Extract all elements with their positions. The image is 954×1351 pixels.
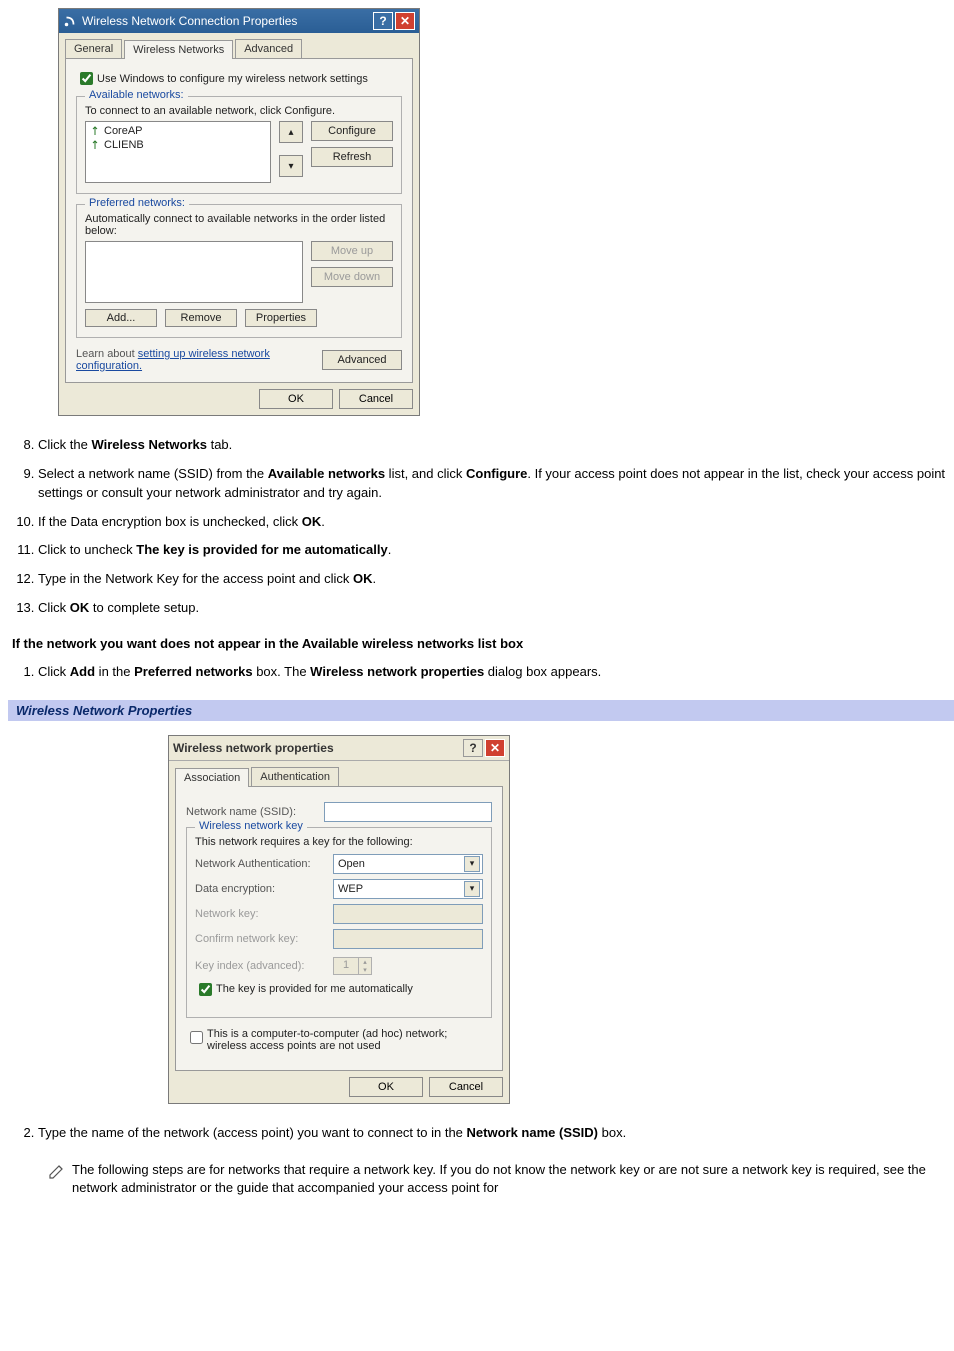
tab-association[interactable]: Association [175,768,249,787]
cancel-button[interactable]: Cancel [429,1077,503,1097]
tab-body: Use Windows to configure my wireless net… [65,58,413,383]
network-name: CoreAP [104,125,143,137]
remove-button[interactable]: Remove [165,309,237,327]
chevron-down-icon: ▾ [464,856,480,872]
use-windows-label: Use Windows to configure my wireless net… [97,73,368,85]
learn-about: Learn about setting up wireless network … [76,348,276,372]
ok-button[interactable]: OK [259,389,333,409]
tab-advanced[interactable]: Advanced [235,39,302,58]
preferred-networks-legend: Preferred networks: [85,197,189,209]
dialog-window: Wireless Network Connection Properties ?… [58,8,420,416]
dialog-window: Wireless network properties ? ✕ Associat… [168,735,510,1104]
move-down-button[interactable]: Move down [311,267,393,287]
available-hint: To connect to an available network, clic… [85,105,393,117]
tab-strip: General Wireless Networks Advanced [65,39,413,58]
list-item[interactable]: CoreAP [90,124,266,138]
steps-list-3: Type the name of the network (access poi… [8,1124,954,1143]
dropdown-value: WEP [338,883,363,895]
figure-caption: Wireless Network Properties [8,700,954,721]
steps-list-2: Click Add in the Preferred networks box.… [8,663,954,682]
tab-general[interactable]: General [65,39,122,58]
cancel-button[interactable]: Cancel [339,389,413,409]
wireless-key-legend: Wireless network key [195,820,307,832]
scroll-up[interactable]: ▴ [279,121,303,143]
ssid-input[interactable] [324,802,492,822]
step-11: Click to uncheck The key is provided for… [38,541,954,560]
key-index-spinner: 1 ▴▾ [333,957,372,975]
ok-button[interactable]: OK [349,1077,423,1097]
wireless-icon [63,14,77,28]
step-10: If the Data encryption box is unchecked,… [38,513,954,532]
scroll-down[interactable]: ▾ [279,155,303,177]
note-block: The following steps are for networks tha… [48,1161,954,1199]
key-hint: This network requires a key for the foll… [195,836,483,848]
antenna-icon [90,126,100,136]
confirm-key-label: Confirm network key: [195,933,325,945]
step-8: Click the Wireless Networks tab. [38,436,954,455]
available-networks-group: Available networks: To connect to an ava… [76,96,402,194]
dropdown-value: Open [338,858,365,870]
add-button[interactable]: Add... [85,309,157,327]
spinner-down-icon: ▾ [358,966,371,974]
tab-body: Network name (SSID): Wireless network ke… [175,786,503,1071]
wireless-connection-properties-figure: Wireless Network Connection Properties ?… [58,8,954,416]
titlebar: Wireless network properties ? ✕ [169,736,509,761]
data-enc-dropdown[interactable]: WEP ▾ [333,879,483,899]
spinner-up-icon: ▴ [358,958,371,966]
close-button[interactable]: ✕ [485,739,505,757]
dialog-title: Wireless network properties [173,741,334,755]
properties-button[interactable]: Properties [245,309,317,327]
move-up-button[interactable]: Move up [311,241,393,261]
advanced-button[interactable]: Advanced [322,350,402,370]
data-enc-label: Data encryption: [195,883,325,895]
list-item[interactable]: CLIENB [90,138,266,152]
net-auth-label: Network Authentication: [195,858,325,870]
network-key-input [333,904,483,924]
use-windows-checkbox[interactable] [80,72,93,85]
dialog-title: Wireless Network Connection Properties [82,14,297,28]
step-9: Select a network name (SSID) from the Av… [38,465,954,503]
step-1: Click Add in the Preferred networks box.… [38,663,954,682]
preferred-networks-list[interactable] [85,241,303,303]
preferred-hint: Automatically connect to available netwo… [85,213,393,237]
step-12: Type in the Network Key for the access p… [38,570,954,589]
available-networks-list[interactable]: CoreAP CLIENB [85,121,271,183]
wireless-key-group: Wireless network key This network requir… [186,827,492,1018]
help-button[interactable]: ? [463,739,483,757]
preferred-networks-group: Preferred networks: Automatically connec… [76,204,402,338]
chevron-down-icon: ▾ [464,881,480,897]
help-button[interactable]: ? [373,12,393,30]
close-button[interactable]: ✕ [395,12,415,30]
tab-strip: Association Authentication [175,767,503,786]
confirm-key-input [333,929,483,949]
pencil-note-icon [48,1161,66,1179]
available-networks-legend: Available networks: [85,89,188,101]
key-auto-checkbox[interactable] [199,983,212,996]
net-auth-dropdown[interactable]: Open ▾ [333,854,483,874]
note-text: The following steps are for networks tha… [72,1161,954,1199]
tab-authentication[interactable]: Authentication [251,767,339,786]
configure-button[interactable]: Configure [311,121,393,141]
refresh-button[interactable]: Refresh [311,147,393,167]
tab-wireless-networks[interactable]: Wireless Networks [124,40,233,59]
spinner-value: 1 [334,958,358,974]
network-key-label: Network key: [195,908,325,920]
antenna-icon [90,140,100,150]
titlebar: Wireless Network Connection Properties ?… [59,9,419,33]
steps-list-1: Click the Wireless Networks tab. Select … [8,436,954,618]
step-13: Click OK to complete setup. [38,599,954,618]
key-index-label: Key index (advanced): [195,960,325,972]
wireless-network-properties-figure: Wireless network properties ? ✕ Associat… [168,735,954,1104]
adhoc-label: This is a computer-to-computer (ad hoc) … [207,1028,467,1052]
ssid-label: Network name (SSID): [186,806,316,818]
section-heading: If the network you want does not appear … [12,636,954,651]
key-auto-label: The key is provided for me automatically [216,983,413,995]
adhoc-checkbox[interactable] [190,1031,203,1044]
network-name: CLIENB [104,139,144,151]
step-2: Type the name of the network (access poi… [38,1124,954,1143]
